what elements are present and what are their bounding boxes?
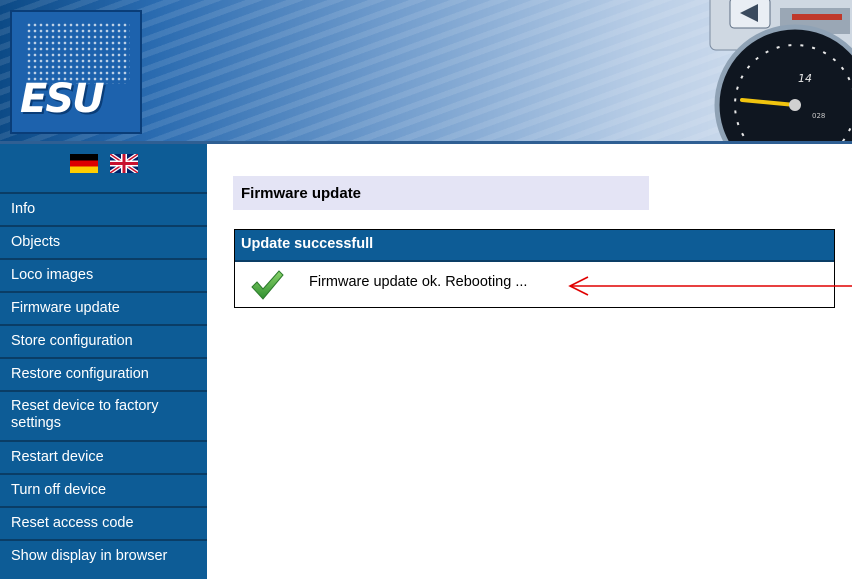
sidebar-item-label: Turn off device bbox=[11, 482, 107, 498]
language-flags bbox=[0, 144, 207, 192]
sidebar-item-restore-configuration[interactable]: Restore configuration bbox=[0, 357, 207, 390]
page-title: Firmware update bbox=[241, 185, 362, 202]
sidebar-item-label: Reset access code bbox=[11, 515, 134, 531]
sidebar-item-label: Store configuration bbox=[11, 333, 133, 349]
sidebar-item-label: Reset device to factory settings bbox=[11, 398, 159, 431]
sidebar-item-store-configuration[interactable]: Store configuration bbox=[0, 324, 207, 357]
sidebar-item-label: Firmware update bbox=[11, 300, 120, 316]
result-message: Firmware update ok. Rebooting ... bbox=[309, 274, 528, 290]
speedometer-gauge-icon: 14 028 bbox=[709, 0, 852, 141]
sidebar-item-label: Restore configuration bbox=[11, 366, 149, 382]
sidebar-item-label: Objects bbox=[11, 234, 61, 250]
logo-text: ESU bbox=[20, 76, 105, 122]
sidebar-item-turn-off-device[interactable]: Turn off device bbox=[0, 473, 207, 506]
sidebar-item-label: Loco images bbox=[11, 267, 94, 283]
sidebar-item-info[interactable]: Info bbox=[0, 192, 207, 225]
sidebar: Info Objects Loco images Firmware update… bbox=[0, 144, 207, 579]
sidebar-item-label: Show display in browser bbox=[11, 548, 168, 564]
header-banner: ESU 14 028 bbox=[0, 0, 852, 141]
red-arrow-annotation-icon bbox=[568, 276, 852, 296]
result-panel-header: Update successfull bbox=[235, 230, 834, 262]
result-panel: Update successfull Firmware update ok. R… bbox=[234, 229, 835, 308]
sidebar-item-reset-access-code[interactable]: Reset access code bbox=[0, 506, 207, 539]
check-icon bbox=[251, 270, 284, 300]
sidebar-item-objects[interactable]: Objects bbox=[0, 225, 207, 258]
german-flag-icon[interactable] bbox=[70, 154, 98, 173]
sidebar-item-label: Info bbox=[11, 201, 36, 217]
page-title-box: Firmware update bbox=[233, 176, 649, 210]
sidebar-item-reset-factory-settings[interactable]: Reset device to factory settings bbox=[0, 390, 207, 440]
sidebar-item-show-display[interactable]: Show display in browser bbox=[0, 539, 207, 572]
uk-flag-icon[interactable] bbox=[110, 154, 138, 173]
sidebar-item-firmware-update[interactable]: Firmware update bbox=[0, 291, 207, 324]
logo-dot-grid bbox=[26, 22, 130, 84]
sidebar-item-label: Restart device bbox=[11, 449, 104, 465]
sidebar-item-restart-device[interactable]: Restart device bbox=[0, 440, 207, 473]
sidebar-item-loco-images[interactable]: Loco images bbox=[0, 258, 207, 291]
gauge-number-14: 14 bbox=[798, 72, 812, 85]
esu-logo: ESU bbox=[10, 10, 142, 134]
gauge-number-028: 028 bbox=[812, 112, 825, 120]
